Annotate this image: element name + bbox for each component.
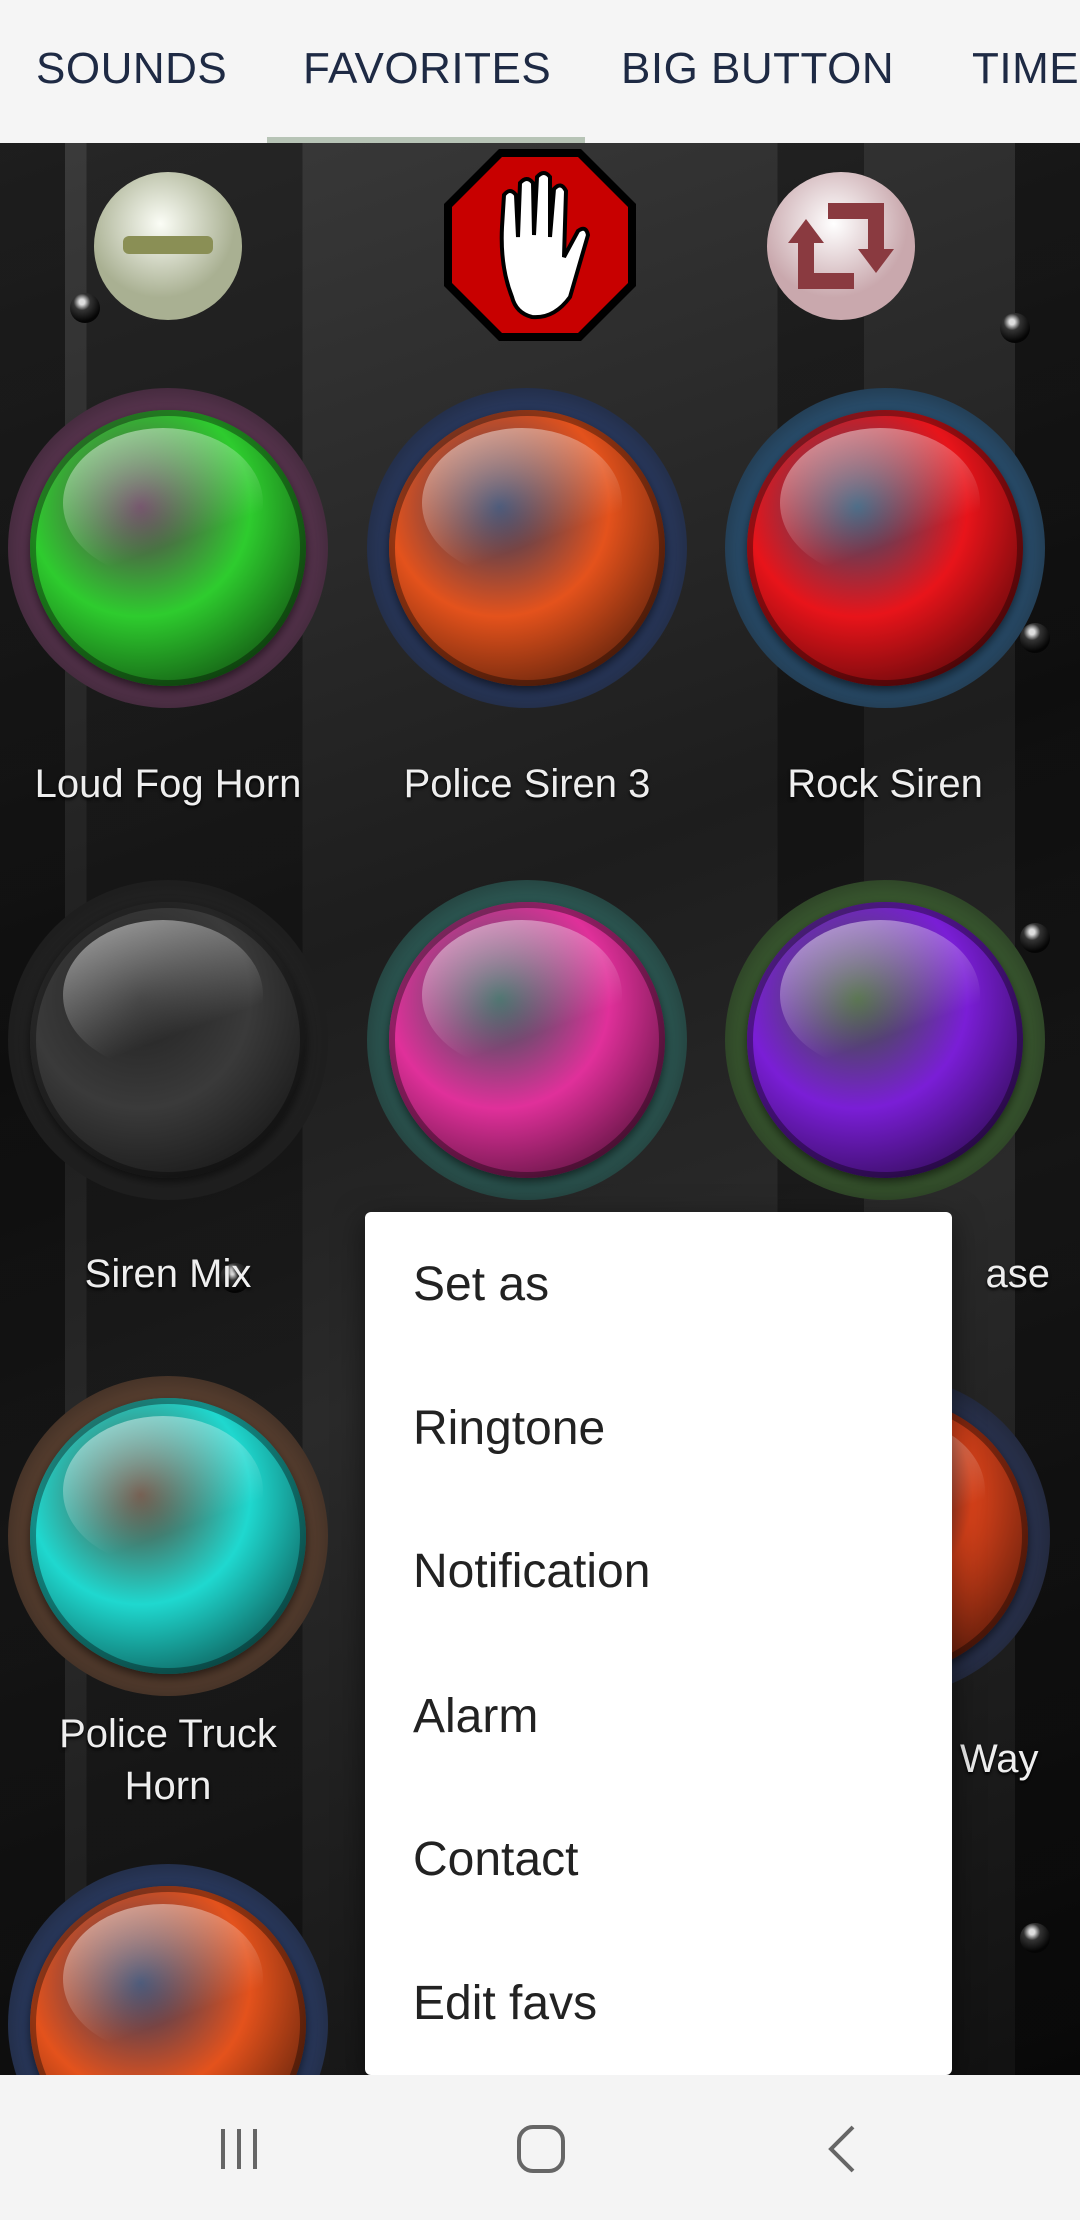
tab-bar: SOUNDS FAVORITES BIG BUTTON TIME (0, 0, 1080, 143)
sound-button[interactable] (725, 388, 1045, 708)
menu-item-notification[interactable]: Notification (413, 1537, 913, 1607)
set-as-context-menu: Set as Ringtone Notification Alarm Conta… (365, 1212, 952, 2075)
sound-label: Way (960, 1737, 1039, 1781)
sound-button[interactable] (367, 880, 687, 1200)
sound-button[interactable] (8, 1376, 328, 1696)
rivet (1020, 923, 1050, 953)
menu-item-alarm[interactable]: Alarm (413, 1682, 913, 1752)
system-nav-bar (0, 2075, 1080, 2220)
minus-icon[interactable] (93, 171, 243, 321)
button-gloss (63, 920, 263, 1070)
stop-hand-icon[interactable] (442, 147, 638, 343)
button-gloss (422, 920, 622, 1070)
back-icon[interactable] (813, 2119, 873, 2179)
button-gloss (63, 1416, 263, 1566)
tab-sounds[interactable]: SOUNDS (36, 44, 227, 94)
sound-button[interactable] (8, 388, 328, 708)
rivet (1020, 1923, 1050, 1953)
button-gloss (780, 428, 980, 578)
sound-button[interactable] (8, 880, 328, 1200)
rivet (1000, 313, 1030, 343)
button-gloss (63, 1904, 263, 2054)
menu-item-ringtone[interactable]: Ringtone (413, 1394, 913, 1464)
sound-label: Police Truck Horn (59, 1712, 277, 1808)
button-gloss (780, 920, 980, 1070)
sound-label: Loud Fog Horn (34, 762, 302, 806)
sound-button[interactable] (725, 880, 1045, 1200)
sound-button[interactable] (367, 388, 687, 708)
button-gloss (63, 428, 263, 578)
sound-label: Rock Siren (787, 762, 983, 806)
recent-apps-icon[interactable] (209, 2119, 269, 2179)
button-gloss (422, 428, 622, 578)
repeat-icon[interactable] (766, 171, 916, 321)
sound-label: Police Siren 3 (403, 762, 651, 806)
tab-big-button[interactable]: BIG BUTTON (621, 44, 894, 94)
tab-time[interactable]: TIME (972, 44, 1079, 94)
menu-item-edit-favs[interactable]: Edit favs (413, 1969, 913, 2039)
rivet (1020, 623, 1050, 653)
sound-button[interactable] (8, 1864, 328, 2075)
menu-title-set-as: Set as (413, 1258, 550, 1311)
home-icon[interactable] (511, 2119, 571, 2179)
menu-item-contact[interactable]: Contact (413, 1825, 913, 1895)
sound-label: Siren Mix (84, 1252, 252, 1296)
tab-favorites[interactable]: FAVORITES (303, 44, 551, 94)
